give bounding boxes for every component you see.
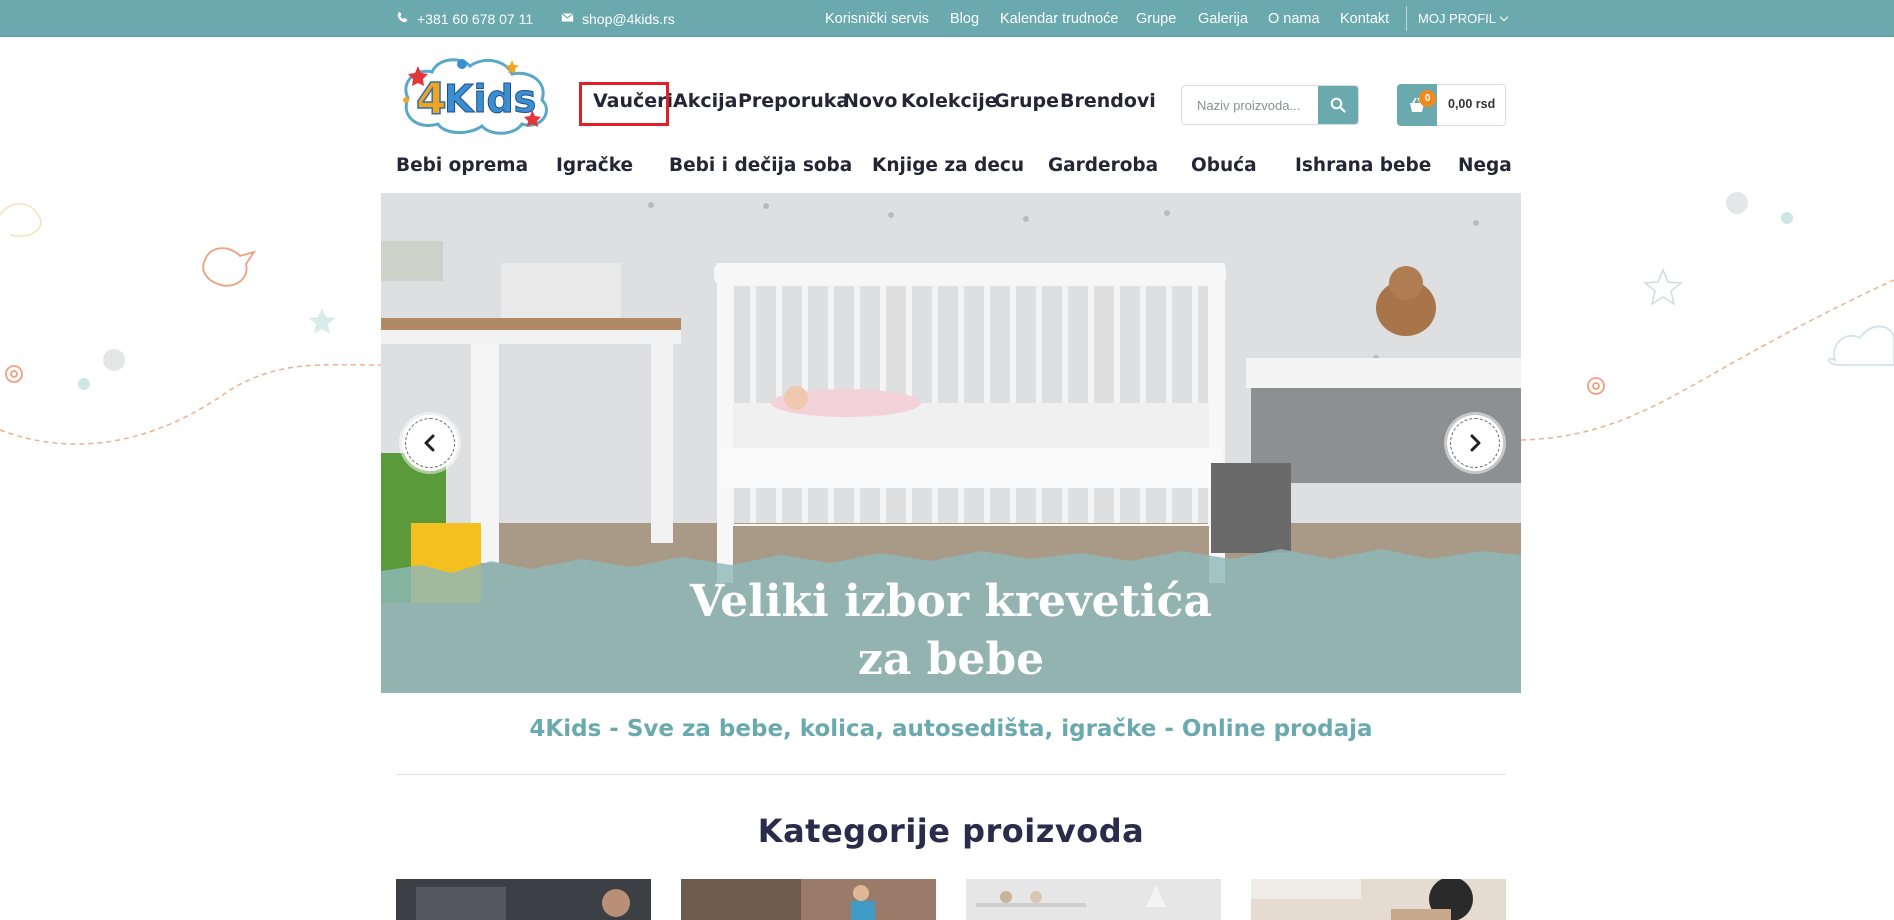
category-card[interactable] xyxy=(1251,879,1506,920)
category-card[interactable] xyxy=(396,879,651,920)
top-link-korisnicki-servis[interactable]: Korisnički servis xyxy=(825,11,929,27)
hero-slider: Veliki izbor krevetića za bebe xyxy=(381,193,1521,693)
cart-count-badge: 0 xyxy=(1419,90,1436,107)
nav-brendovi[interactable]: Brendovi xyxy=(1060,90,1156,112)
top-link-o-nama[interactable]: O nama xyxy=(1268,11,1320,27)
nav-novo[interactable]: Novo xyxy=(843,90,897,112)
slider-next-button[interactable] xyxy=(1447,415,1503,471)
section-divider xyxy=(396,774,1506,775)
search-box xyxy=(1181,85,1359,125)
top-link-kontakt[interactable]: Kontakt xyxy=(1340,11,1389,27)
nav-akcija[interactable]: Akcija xyxy=(673,90,737,112)
search-icon xyxy=(1330,97,1346,113)
page-tagline: 4Kids - Sve za bebe, kolica, autosedišta… xyxy=(529,716,1373,742)
top-bar: +381 60 678 07 11 shop@4kids.rs Korisnič… xyxy=(0,0,1894,37)
cart-widget[interactable]: 0 0,00 rsd xyxy=(1397,84,1506,126)
cart-total: 0,00 rsd xyxy=(1448,97,1496,111)
top-link-galerija[interactable]: Galerija xyxy=(1198,11,1248,27)
section-title: Kategorije proizvoda xyxy=(757,812,1145,850)
hero-caption-line-1: Veliki izbor krevetića xyxy=(690,576,1212,627)
category-card-image xyxy=(681,879,936,920)
my-profile-label: MOJ PROFIL xyxy=(1418,11,1497,26)
my-profile-menu[interactable]: MOJ PROFIL xyxy=(1418,11,1509,26)
hero-caption-line-2: za bebe xyxy=(857,634,1045,685)
top-link-blog[interactable]: Blog xyxy=(950,11,979,27)
svg-text:Kids: Kids xyxy=(444,77,536,121)
highlight-box xyxy=(579,82,669,126)
top-link-kalendar-trudnoce[interactable]: Kalendar trudnoće xyxy=(1000,11,1119,27)
phone-icon xyxy=(396,11,409,27)
nav-kolekcije[interactable]: Kolekcije xyxy=(901,90,998,112)
category-card[interactable] xyxy=(966,879,1221,920)
nav-preporuka[interactable]: Preporuka xyxy=(738,90,849,112)
envelope-icon xyxy=(561,11,574,27)
email-address: shop@4kids.rs xyxy=(582,10,675,27)
search-button[interactable] xyxy=(1318,86,1358,124)
top-nav-divider xyxy=(1406,6,1407,31)
site-logo[interactable]: 4 Kids xyxy=(394,52,556,136)
search-input[interactable] xyxy=(1182,86,1320,124)
top-link-grupe[interactable]: Grupe xyxy=(1136,11,1176,27)
phone-number: +381 60 678 07 11 xyxy=(417,10,534,27)
chevron-left-icon xyxy=(424,434,435,452)
nav-grupe[interactable]: Grupe xyxy=(994,90,1059,112)
chevron-down-icon xyxy=(1499,12,1509,22)
category-card-image xyxy=(396,879,651,920)
chevron-right-icon xyxy=(1470,434,1481,452)
logo-image: 4 Kids xyxy=(403,58,548,135)
category-card-image xyxy=(966,879,1221,920)
category-card[interactable] xyxy=(681,879,936,920)
email-contact[interactable]: shop@4kids.rs xyxy=(561,0,675,37)
category-card-image xyxy=(1251,879,1506,920)
slider-prev-button[interactable] xyxy=(402,415,458,471)
phone-contact[interactable]: +381 60 678 07 11 xyxy=(396,0,533,37)
